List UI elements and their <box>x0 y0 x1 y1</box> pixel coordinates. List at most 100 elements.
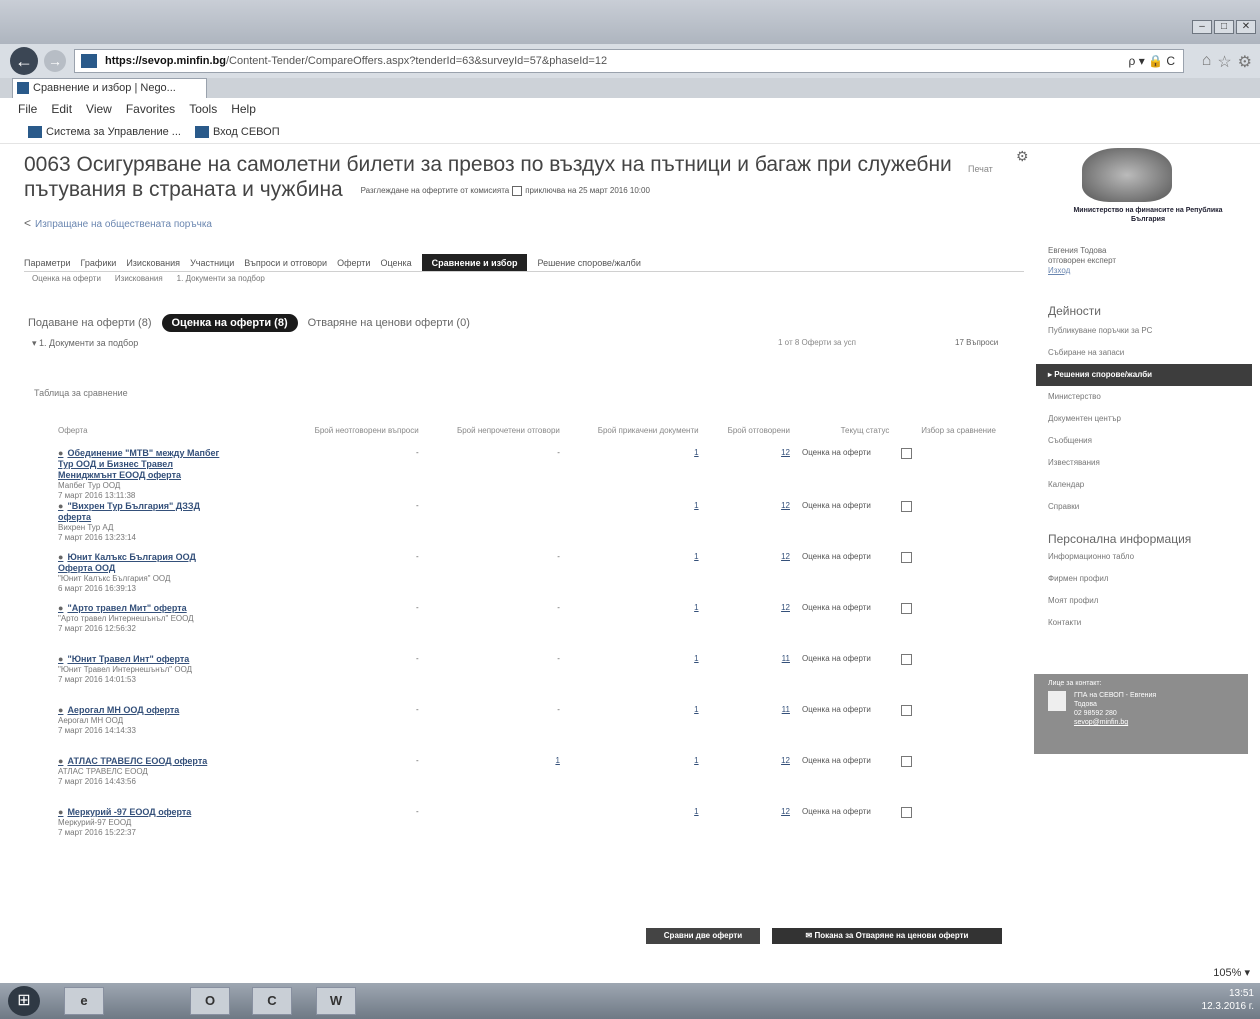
offer-link[interactable]: ● "Юнит Травел Инт" оферта <box>58 654 276 665</box>
answered-link[interactable]: 11 <box>782 654 790 663</box>
compare-checkbox[interactable] <box>901 756 913 767</box>
answered-link[interactable]: 12 <box>781 448 790 457</box>
compare-checkbox[interactable] <box>901 807 913 818</box>
sidebar-item-company-profile[interactable]: Фирмен профил <box>1048 568 1248 590</box>
share-link[interactable]: Изпращане на обществената поръчка <box>35 219 212 230</box>
url-input[interactable]: https://sevop.minfin.bg/Content-Tender/C… <box>74 49 1184 73</box>
tab-offers[interactable]: Оферти <box>337 254 370 271</box>
forward-arrow-icon[interactable]: → <box>44 50 66 72</box>
offer-name-line[interactable]: Мениджмънт ЕООД оферта <box>58 470 276 481</box>
offer-link[interactable]: ● "Вихрен Тур България" ДЗЗД <box>58 501 276 512</box>
sidebar-item-dashboard[interactable]: Информационно табло <box>1048 546 1248 568</box>
system-clock[interactable]: 13:51 12.3.2016 г. <box>1202 987 1254 1013</box>
offer-link[interactable]: ● Обединение "МТВ" между Мапбег <box>58 448 276 459</box>
taskbar-app-outlook[interactable]: O <box>190 987 230 1015</box>
invite-price-opening-button[interactable]: ✉ Покана за Отваряне на ценови оферти <box>772 928 1002 944</box>
sidebar-item-reports[interactable]: Справки <box>1048 496 1248 518</box>
menu-edit[interactable]: Edit <box>51 98 72 120</box>
offer-link[interactable]: ● "Арто травел Мит" оферта <box>58 603 276 614</box>
sidebar-item-notifications[interactable]: Известявания <box>1048 452 1248 474</box>
tab-participants[interactable]: Участници <box>190 254 234 271</box>
offer-link[interactable]: ● Юнит Калъкс България ООД <box>58 552 276 563</box>
close-icon[interactable]: ✕ <box>1236 20 1256 34</box>
url-tools[interactable]: ρ ▾ 🔒 C <box>1129 50 1175 72</box>
browser-tab[interactable]: Сравнение и избор | Nego... <box>12 78 207 98</box>
tab-parameters[interactable]: Параметри <box>24 254 71 271</box>
sidebar-item-publish[interactable]: Публикуване поръчки за РС <box>1048 320 1248 342</box>
header-offer[interactable]: Оферта <box>52 426 282 448</box>
menu-tools[interactable]: Tools <box>189 98 217 120</box>
sidebar-item-disputes[interactable]: ▸ Решения спорове/жалби <box>1036 364 1252 386</box>
unread-link[interactable]: 1 <box>555 756 559 765</box>
answered-link[interactable]: 12 <box>781 501 790 510</box>
header-unread[interactable]: Брой непрочетени отговори <box>425 426 566 448</box>
back-arrow-icon[interactable]: ← <box>10 47 38 75</box>
questions-counter[interactable]: 17 Въпроси <box>955 338 998 347</box>
sidebar-item-ministry[interactable]: Министерство <box>1048 386 1248 408</box>
header-answered[interactable]: Брой отговорени <box>705 426 796 448</box>
favorite-item[interactable]: Вход СЕВОП <box>194 120 280 143</box>
tab-compare-select[interactable]: Сравнение и избор <box>421 254 528 271</box>
tab-disputes[interactable]: Решение спорове/жалби <box>537 254 640 271</box>
home-icon[interactable]: ⌂ <box>1202 52 1212 72</box>
documents-link[interactable]: 1 <box>694 807 698 816</box>
sidebar-item-my-profile[interactable]: Моят профил <box>1048 590 1248 612</box>
subtab-offer-evaluation[interactable]: Оценка на оферти <box>32 274 101 283</box>
offer-link[interactable]: ● Меркурий -97 ЕООД оферта <box>58 807 276 818</box>
start-button-icon[interactable]: ⊞ <box>8 986 40 1016</box>
tab-requirements[interactable]: Изискования <box>126 254 180 271</box>
compare-checkbox[interactable] <box>901 552 913 563</box>
gear-icon[interactable]: ⚙ <box>1016 148 1029 165</box>
logout-link[interactable]: Изход <box>1048 266 1116 276</box>
offer-name-line[interactable]: Тур ООД и Бизнес Травел <box>58 459 276 470</box>
sidebar-item-contacts[interactable]: Контакти <box>1048 612 1248 634</box>
menu-help[interactable]: Help <box>231 98 256 120</box>
header-status[interactable]: Текущ статус <box>796 426 895 448</box>
documents-link[interactable]: 1 <box>694 603 698 612</box>
sidebar-item-collect[interactable]: Събиране на запаси <box>1048 342 1248 364</box>
compare-checkbox[interactable] <box>901 603 913 614</box>
answered-link[interactable]: 12 <box>781 552 790 561</box>
sidebar-item-messages[interactable]: Съобщения <box>1048 430 1248 452</box>
sidebar-item-calendar[interactable]: Календар <box>1048 474 1248 496</box>
print-link[interactable]: Печат <box>968 164 993 174</box>
contact-email[interactable]: sevop@minfin.bg <box>1074 718 1156 727</box>
subtab-selection-docs[interactable]: 1. Документи за подбор <box>177 274 265 283</box>
pill-evaluation[interactable]: Оценка на оферти (8) <box>161 314 298 332</box>
answered-link[interactable]: 12 <box>781 756 790 765</box>
header-documents[interactable]: Брой прикачени документи <box>566 426 705 448</box>
minimize-icon[interactable]: – <box>1192 20 1212 34</box>
compare-checkbox[interactable] <box>901 654 913 665</box>
header-unanswered[interactable]: Брой неотговорени въпроси <box>282 426 425 448</box>
offer-name-line[interactable]: оферта <box>58 512 276 523</box>
menu-favorites[interactable]: Favorites <box>126 98 175 120</box>
taskbar-app-ie[interactable]: e <box>64 987 104 1015</box>
taskbar-app-word[interactable]: W <box>316 987 356 1015</box>
offer-link[interactable]: ● АТЛАС ТРАВЕЛС ЕООД оферта <box>58 756 276 767</box>
subtab-requirements[interactable]: Изискования <box>115 274 163 283</box>
compare-two-offers-button[interactable]: Сравни две оферти <box>646 928 760 944</box>
favorites-star-icon[interactable]: ☆ <box>1217 52 1231 72</box>
pill-opening[interactable]: Отваряне на ценови оферти (0) <box>308 317 470 329</box>
documents-link[interactable]: 1 <box>694 448 698 457</box>
offer-name-line[interactable]: Оферта ООД <box>58 563 276 574</box>
answered-link[interactable]: 12 <box>781 603 790 612</box>
settings-gear-icon[interactable]: ⚙ <box>1238 52 1252 72</box>
compare-checkbox[interactable] <box>901 448 913 459</box>
offer-link[interactable]: ● Аерогал МН ООД оферта <box>58 705 276 716</box>
documents-link[interactable]: 1 <box>694 756 698 765</box>
tab-evaluation[interactable]: Оценка <box>380 254 411 271</box>
compare-checkbox[interactable] <box>901 501 913 512</box>
maximize-icon[interactable]: □ <box>1214 20 1234 34</box>
favorite-item[interactable]: Система за Управление ... <box>28 120 181 143</box>
tab-schedules[interactable]: Графики <box>81 254 117 271</box>
pill-submitted[interactable]: Подаване на оферти (8) <box>28 317 152 329</box>
compare-checkbox[interactable] <box>901 705 913 716</box>
documents-link[interactable]: 1 <box>694 705 698 714</box>
section-crumb[interactable]: ▾ 1. Документи за подбор <box>32 338 138 349</box>
answered-link[interactable]: 12 <box>781 807 790 816</box>
tab-questions[interactable]: Въпроси и отговори <box>244 254 327 271</box>
zoom-level[interactable]: 105% ▾ <box>1213 966 1250 979</box>
documents-link[interactable]: 1 <box>694 501 698 510</box>
menu-view[interactable]: View <box>86 98 112 120</box>
